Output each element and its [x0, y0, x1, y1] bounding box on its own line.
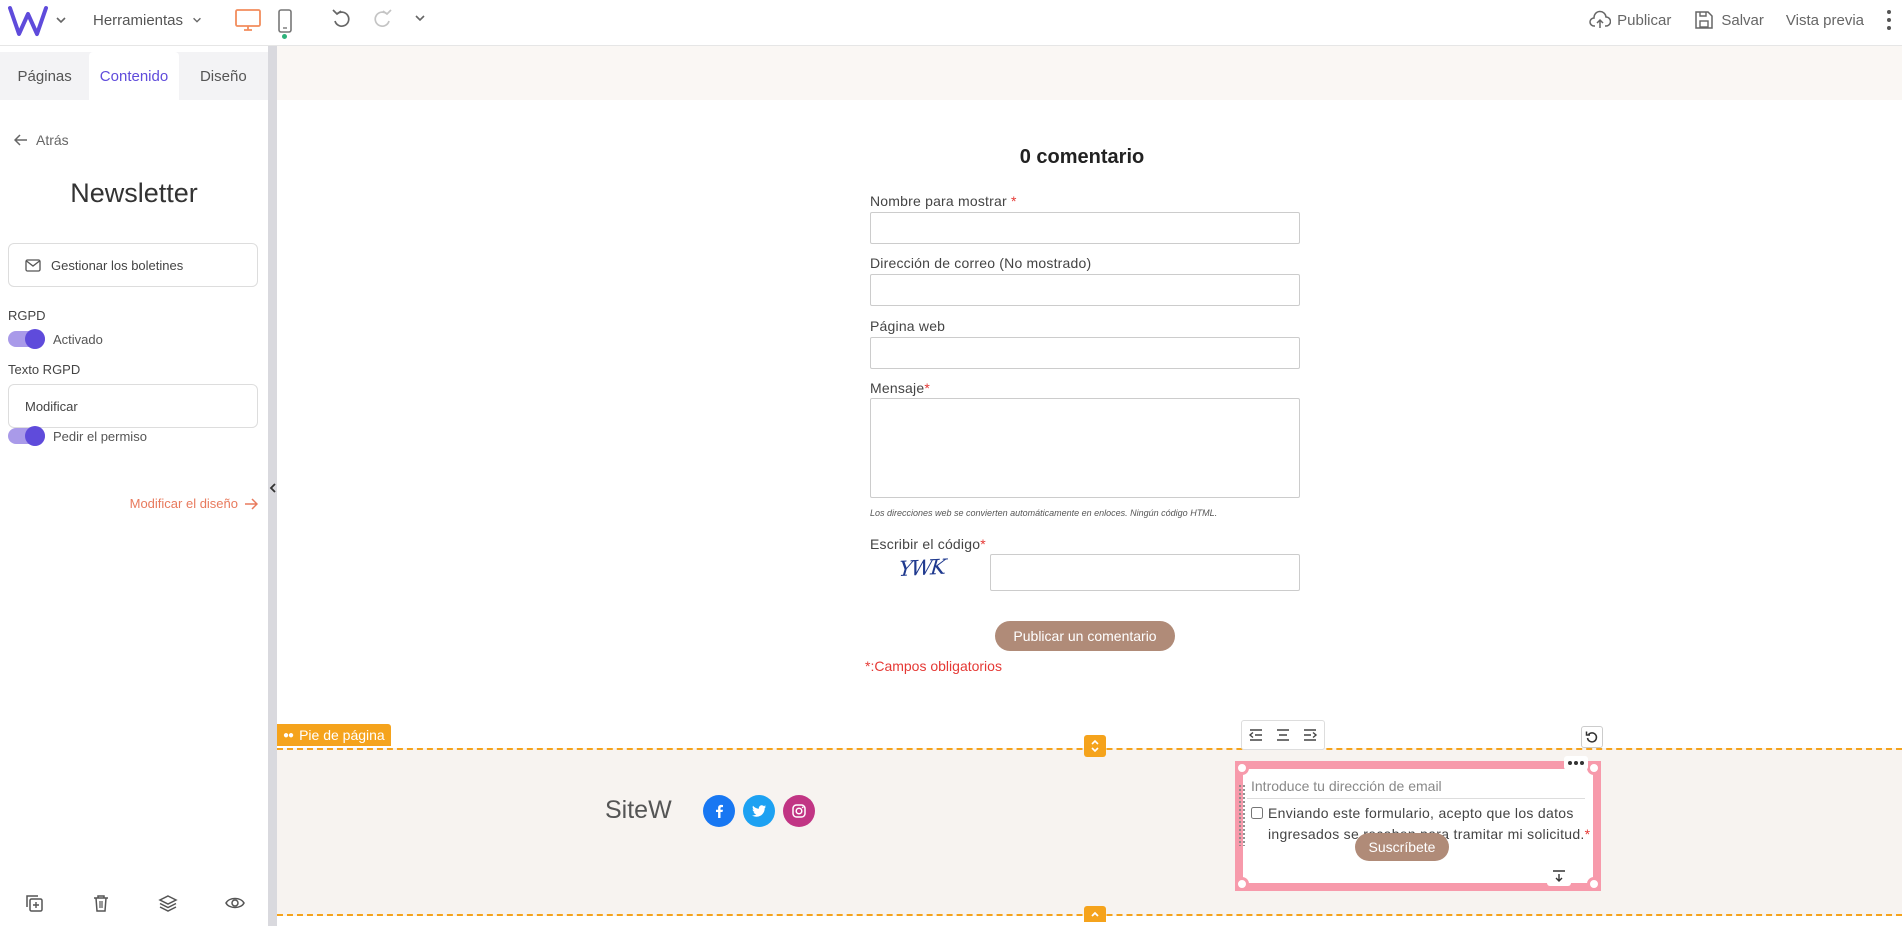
mobile-view-icon[interactable]	[277, 8, 293, 34]
drag-dots-icon: ●●	[283, 729, 294, 741]
website-input[interactable]	[870, 337, 1300, 369]
name-label: Nombre para mostrar *	[870, 193, 1017, 209]
manage-newsletters-button[interactable]: Gestionar los boletines	[8, 243, 258, 287]
preview-label: Vista previa	[1785, 11, 1864, 29]
save-label: Salvar	[1721, 11, 1764, 29]
tab-pages[interactable]: Páginas	[0, 52, 89, 100]
publish-label: Publicar	[1617, 11, 1672, 29]
gdpr-toggle[interactable]	[8, 329, 45, 349]
panel-bottom-toolbar	[0, 880, 268, 926]
manage-newsletters-label: Gestionar los boletines	[51, 257, 184, 273]
footer-resize-top-handle[interactable]	[1084, 735, 1106, 757]
gdpr-toggle-row: Activado	[8, 329, 103, 349]
preview-button[interactable]: Vista previa	[1786, 12, 1864, 29]
footer-brand: SiteW	[605, 796, 672, 824]
alignment-toolbar	[1241, 720, 1325, 750]
website-label: Página web	[870, 318, 946, 334]
chevron-up-icon	[1091, 911, 1099, 917]
arrow-right-icon	[245, 497, 258, 510]
modify-design-label: Modificar el diseño	[129, 496, 238, 511]
footer-tag-label: Pie de página	[299, 727, 385, 743]
top-toolbar: Herramientas Publicar Salvar Vista previ…	[0, 0, 1902, 46]
permission-toggle-row: Pedir el permiso	[8, 426, 147, 446]
newsletter-email-input[interactable]	[1247, 773, 1585, 799]
tools-menu-label: Herramientas	[93, 11, 184, 29]
instagram-icon[interactable]	[783, 795, 815, 827]
redo-icon[interactable]	[371, 8, 393, 30]
email-input[interactable]	[870, 274, 1300, 306]
save-button[interactable]: Salvar	[1693, 10, 1764, 30]
message-label: Mensaje*	[870, 380, 930, 396]
back-link[interactable]: Atrás	[14, 132, 69, 148]
save-icon	[1695, 11, 1714, 29]
facebook-icon[interactable]	[703, 795, 735, 827]
gdpr-toggle-label: Activado	[53, 331, 103, 347]
align-center-icon[interactable]	[1275, 728, 1291, 742]
widget-more-icon[interactable]	[1564, 756, 1588, 770]
mail-icon	[25, 258, 41, 272]
undo-icon[interactable]	[331, 8, 353, 30]
panel-tabs: Páginas Contenido Diseño	[0, 52, 268, 100]
publish-comment-button[interactable]: Publicar un comentario	[995, 621, 1175, 651]
back-label: Atrás	[36, 132, 69, 148]
publish-button[interactable]: Publicar	[1589, 10, 1671, 30]
tools-menu[interactable]: Herramientas	[93, 9, 203, 31]
chevron-down-icon[interactable]	[54, 13, 68, 27]
footer-tag[interactable]: ●● Pie de página	[277, 724, 391, 746]
cloud-upload-icon	[1589, 10, 1612, 28]
captcha-image: YWK	[897, 554, 946, 582]
gdpr-label: RGPD	[8, 308, 46, 323]
trash-icon[interactable]	[91, 893, 111, 913]
footer-section[interactable]	[277, 748, 1902, 916]
gdpr-consent-checkbox[interactable]	[1251, 807, 1263, 819]
resize-handle-bottom-right[interactable]	[1587, 877, 1601, 891]
arrow-left-icon	[14, 134, 27, 146]
required-fields-note: *:Campos obligatorios	[865, 658, 1002, 674]
layers-icon[interactable]	[157, 893, 178, 913]
permission-toggle[interactable]	[8, 426, 45, 446]
email-label: Dirección de correo (No mostrado)	[870, 255, 1092, 271]
name-input[interactable]	[870, 212, 1300, 244]
align-left-icon[interactable]	[1248, 728, 1264, 742]
modify-gdpr-text-button[interactable]: Modificar	[8, 384, 258, 428]
panel-title: Newsletter	[70, 178, 198, 208]
tab-content[interactable]: Contenido	[89, 52, 179, 100]
sitew-logo-icon[interactable]	[8, 4, 48, 38]
code-label: Escribir el código*	[870, 536, 986, 552]
reset-icon[interactable]	[1581, 726, 1603, 748]
eye-icon[interactable]	[224, 893, 245, 913]
modify-design-link[interactable]: Modificar el diseño	[130, 496, 258, 511]
chevron-down-icon	[193, 17, 201, 23]
message-hint: Los direcciones web se convierten automá…	[870, 508, 1218, 518]
duplicate-icon[interactable]	[24, 893, 44, 913]
footer-resize-bottom-handle[interactable]	[1084, 906, 1106, 922]
captcha-input[interactable]	[990, 554, 1300, 591]
page-top-band	[277, 46, 1902, 100]
tab-design[interactable]: Diseño	[179, 52, 268, 100]
chevron-down-icon[interactable]	[413, 11, 427, 25]
drag-grip-icon[interactable]	[1238, 784, 1245, 846]
top-actions: Publicar Salvar Vista previa	[1567, 10, 1892, 30]
desktop-view-icon[interactable]	[234, 8, 262, 32]
more-options-icon[interactable]	[1886, 10, 1892, 30]
message-textarea[interactable]	[870, 398, 1300, 498]
left-panel: Páginas Contenido Diseño Atrás Newslette…	[0, 46, 268, 926]
comments-title: 0 comentario	[1019, 146, 1145, 168]
permission-toggle-label: Pedir el permiso	[53, 428, 147, 444]
height-adjust-icon[interactable]	[1547, 866, 1571, 886]
subscribe-button[interactable]: Suscríbete	[1355, 833, 1449, 861]
gdpr-text-label: Texto RGPD	[8, 362, 81, 377]
mobile-indicator-dot	[282, 34, 287, 39]
editor-canvas: 0 comentario Nombre para mostrar * Direc…	[277, 46, 1902, 926]
resize-vertical-icon	[1091, 739, 1099, 753]
resize-handle-top-right[interactable]	[1587, 761, 1601, 775]
collapse-panel-icon[interactable]	[268, 480, 277, 496]
twitter-icon[interactable]	[743, 795, 775, 827]
resize-handle-bottom-left[interactable]	[1235, 877, 1249, 891]
align-right-icon[interactable]	[1302, 728, 1318, 742]
